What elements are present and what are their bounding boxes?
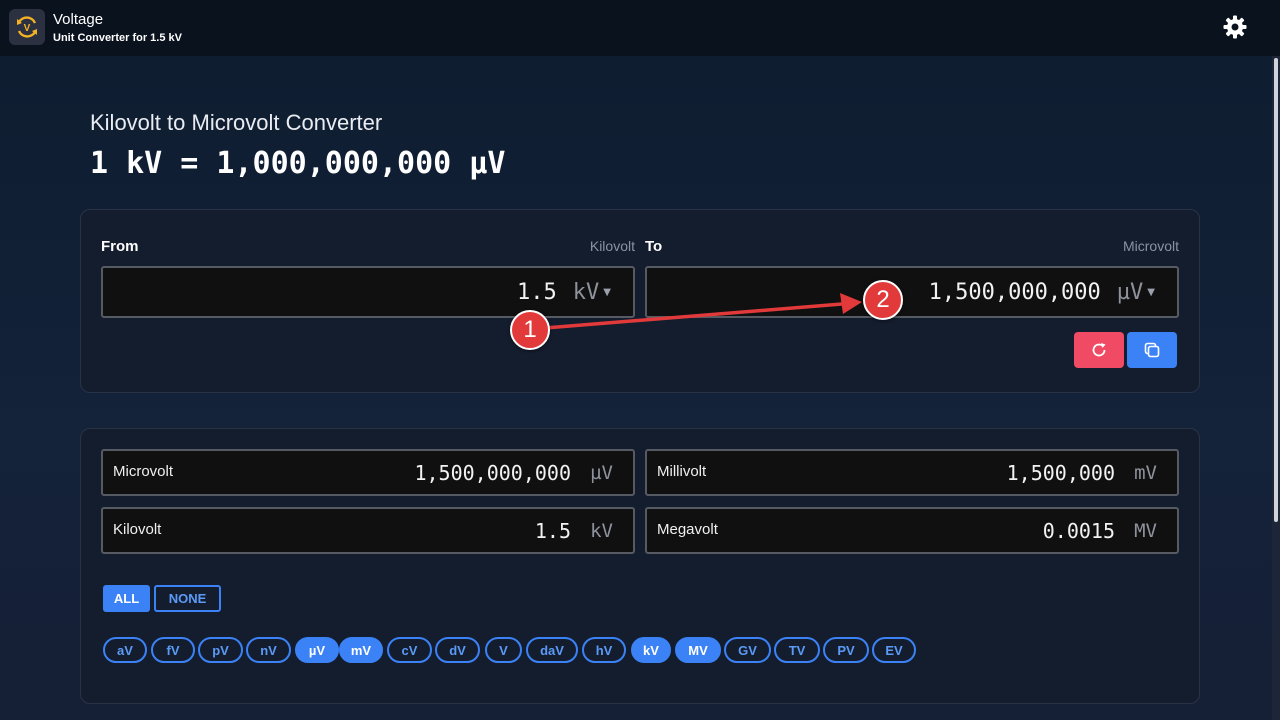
annotation-marker-2: 2 (863, 280, 903, 320)
annotation-arrow (544, 293, 862, 330)
annotation-marker-1: 1 (510, 310, 550, 350)
